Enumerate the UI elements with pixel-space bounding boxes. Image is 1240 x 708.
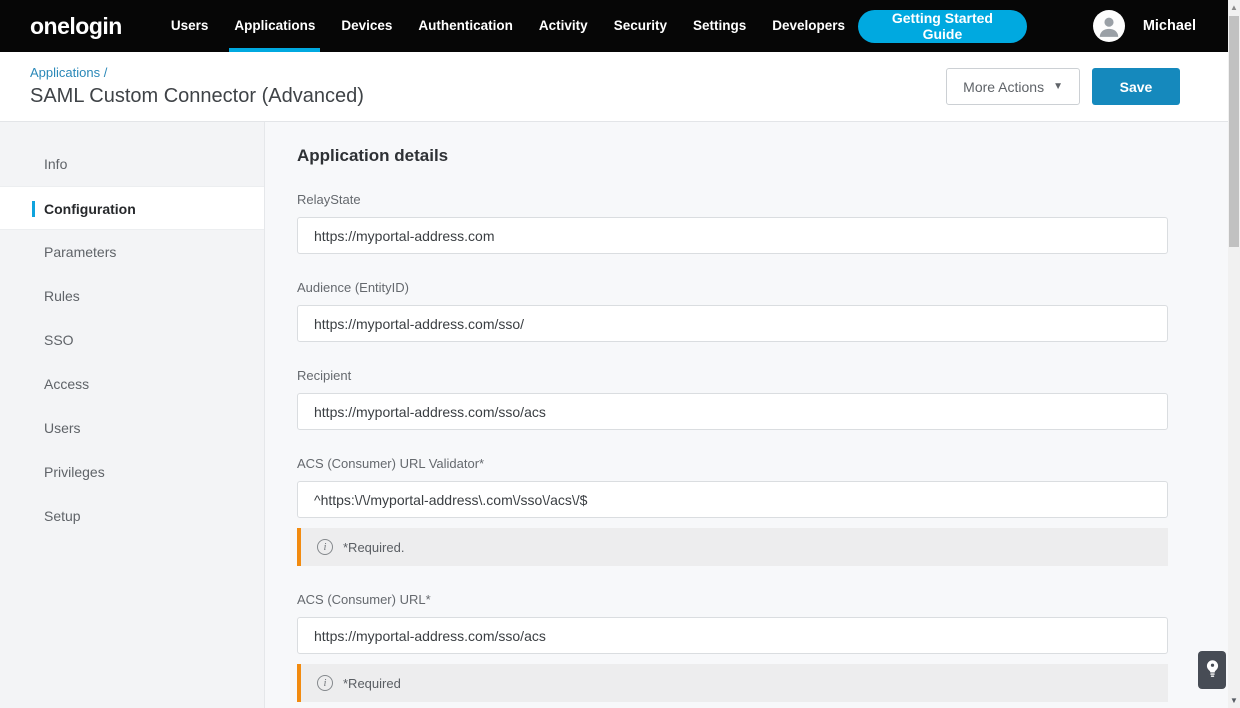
nav-item-security[interactable]: Security bbox=[601, 0, 680, 52]
section-title: Application details bbox=[297, 146, 1168, 166]
lightbulb-icon bbox=[1205, 659, 1220, 682]
sidebar-item-rules[interactable]: Rules bbox=[0, 274, 264, 318]
recipient-label: Recipient bbox=[297, 368, 1168, 383]
primary-nav: Users Applications Devices Authenticatio… bbox=[158, 0, 858, 52]
getting-started-guide-button[interactable]: Getting Started Guide bbox=[858, 10, 1027, 43]
chevron-down-icon: ▼ bbox=[1053, 81, 1063, 92]
body-row: Info Configuration Parameters Rules SSO … bbox=[0, 122, 1240, 708]
acs-url-validator-label: ACS (Consumer) URL Validator* bbox=[297, 456, 1168, 471]
save-button[interactable]: Save bbox=[1092, 68, 1180, 105]
sidebar-item-privileges[interactable]: Privileges bbox=[0, 450, 264, 494]
acs-url-input[interactable] bbox=[297, 617, 1168, 654]
user-name[interactable]: Michael bbox=[1143, 18, 1196, 34]
top-navbar: onelogin Users Applications Devices Auth… bbox=[0, 0, 1240, 52]
recipient-input[interactable] bbox=[297, 393, 1168, 430]
sidebar-item-access[interactable]: Access bbox=[0, 362, 264, 406]
acs-url-label: ACS (Consumer) URL* bbox=[297, 592, 1168, 607]
nav-item-devices[interactable]: Devices bbox=[328, 0, 405, 52]
field-acs-url: ACS (Consumer) URL* i *Required bbox=[297, 592, 1168, 702]
main-content: Application details RelayState Audience … bbox=[265, 122, 1240, 708]
navbar-right-cluster: Getting Started Guide Michael bbox=[858, 0, 1210, 52]
nav-item-applications[interactable]: Applications bbox=[221, 0, 328, 52]
info-icon: i bbox=[317, 539, 333, 555]
sidebar-item-sso[interactable]: SSO bbox=[0, 318, 264, 362]
relaystate-input[interactable] bbox=[297, 217, 1168, 254]
required-notice: i *Required bbox=[297, 664, 1168, 702]
sidebar-item-configuration[interactable]: Configuration bbox=[0, 186, 264, 230]
relaystate-label: RelayState bbox=[297, 192, 1168, 207]
field-acs-url-validator: ACS (Consumer) URL Validator* i *Require… bbox=[297, 456, 1168, 566]
audience-input[interactable] bbox=[297, 305, 1168, 342]
breadcrumb[interactable]: Applications / bbox=[30, 65, 364, 80]
required-notice: i *Required. bbox=[297, 528, 1168, 566]
user-avatar[interactable] bbox=[1093, 10, 1125, 42]
header-titles: Applications / SAML Custom Connector (Ad… bbox=[30, 65, 364, 108]
field-relaystate: RelayState bbox=[297, 192, 1168, 254]
nav-item-activity[interactable]: Activity bbox=[526, 0, 601, 52]
app-sidebar: Info Configuration Parameters Rules SSO … bbox=[0, 122, 265, 708]
onelogin-logo: onelogin bbox=[30, 13, 122, 40]
required-notice-text: *Required. bbox=[343, 540, 404, 555]
info-icon: i bbox=[317, 675, 333, 691]
scrollbar-thumb[interactable] bbox=[1229, 16, 1239, 247]
nav-item-users[interactable]: Users bbox=[158, 0, 222, 52]
required-notice-text: *Required bbox=[343, 676, 401, 691]
help-lightbulb-button[interactable] bbox=[1198, 651, 1226, 689]
page-header: Applications / SAML Custom Connector (Ad… bbox=[0, 52, 1240, 122]
scroll-down-arrow[interactable]: ▼ bbox=[1228, 693, 1240, 708]
nav-item-developers[interactable]: Developers bbox=[759, 0, 858, 52]
more-actions-button[interactable]: More Actions ▼ bbox=[946, 68, 1080, 105]
sidebar-item-users[interactable]: Users bbox=[0, 406, 264, 450]
field-audience: Audience (EntityID) bbox=[297, 280, 1168, 342]
sidebar-item-info[interactable]: Info bbox=[0, 142, 264, 186]
vertical-scrollbar: ▲ ▼ bbox=[1228, 0, 1240, 708]
header-actions: More Actions ▼ Save bbox=[946, 68, 1180, 105]
field-recipient: Recipient bbox=[297, 368, 1168, 430]
audience-label: Audience (EntityID) bbox=[297, 280, 1168, 295]
nav-item-settings[interactable]: Settings bbox=[680, 0, 759, 52]
scroll-up-arrow[interactable]: ▲ bbox=[1228, 0, 1240, 15]
page-title: SAML Custom Connector (Advanced) bbox=[30, 85, 364, 108]
acs-url-validator-input[interactable] bbox=[297, 481, 1168, 518]
sidebar-item-parameters[interactable]: Parameters bbox=[0, 230, 264, 274]
nav-item-authentication[interactable]: Authentication bbox=[405, 0, 526, 52]
sidebar-item-setup[interactable]: Setup bbox=[0, 494, 264, 538]
more-actions-label: More Actions bbox=[963, 79, 1044, 95]
